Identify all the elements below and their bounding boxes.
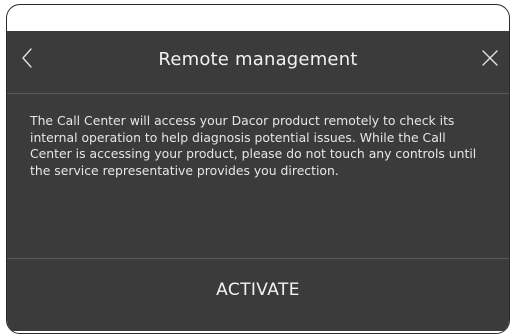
dialog-header: Remote management [7,31,509,93]
remote-management-dialog: Remote management The Call Center will a… [7,31,509,331]
dialog-title: Remote management [158,49,358,70]
activate-button[interactable]: ACTIVATE [7,259,509,321]
close-icon [482,50,498,66]
close-button[interactable] [475,43,505,73]
dialog-message: The Call Center will access your Dacor p… [30,113,477,178]
device-frame: Remote management The Call Center will a… [6,4,510,334]
header-divider [7,93,509,94]
